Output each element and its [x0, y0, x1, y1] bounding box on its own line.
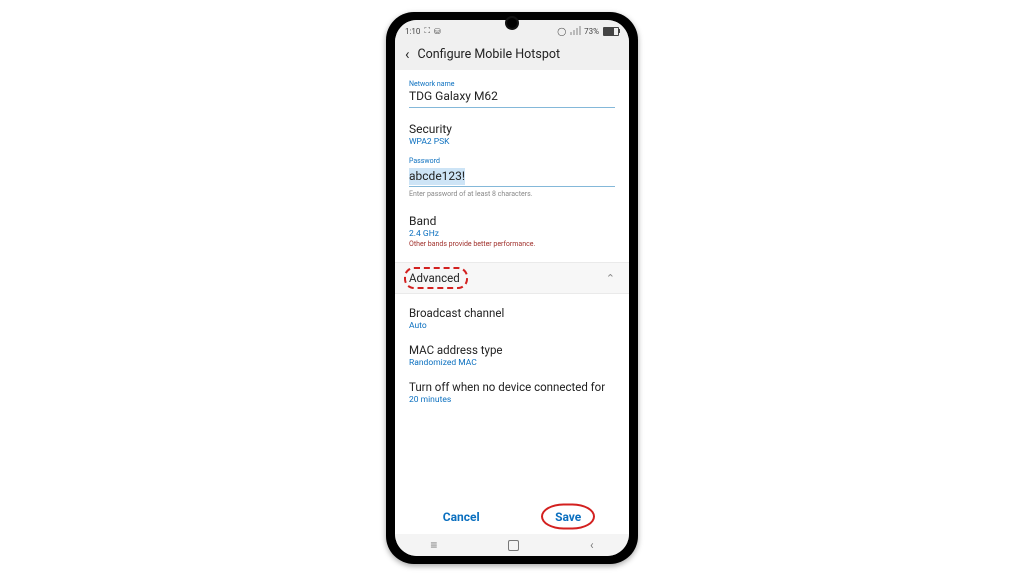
status-icon: ⛶	[424, 26, 430, 36]
back-icon[interactable]: ‹	[405, 46, 410, 62]
cancel-button[interactable]: Cancel	[435, 506, 488, 528]
chevron-up-icon: ⌃	[606, 272, 615, 285]
mac-address-item[interactable]: MAC address type Randomized MAC	[409, 343, 615, 368]
screen: 1:10 ⛶ ⛁ ◯ 73% ‹ Configure Mobile Hotspo…	[395, 20, 629, 556]
save-button[interactable]: Save	[547, 506, 589, 528]
signal-icon	[570, 27, 580, 35]
network-name-field[interactable]: TDG Galaxy M62	[409, 88, 615, 105]
network-name-label: Network name	[409, 80, 615, 88]
advanced-label: Advanced	[409, 271, 460, 285]
password-field[interactable]: abcde123!	[409, 165, 615, 184]
status-battery-text: 73%	[584, 27, 599, 36]
mac-address-label: MAC address type	[409, 343, 615, 357]
timeout-item[interactable]: Turn off when no device connected for 20…	[409, 380, 615, 405]
advanced-toggle[interactable]: Advanced ⌃	[395, 262, 629, 294]
broadcast-channel-item[interactable]: Broadcast channel Auto	[409, 306, 615, 331]
security-label: Security	[409, 122, 615, 136]
back-nav-button[interactable]: ‹	[590, 538, 594, 552]
status-time: 1:10	[405, 27, 420, 36]
page-header: ‹ Configure Mobile Hotspot	[395, 40, 629, 70]
broadcast-channel-label: Broadcast channel	[409, 306, 615, 320]
password-helper: Enter password of at least 8 characters.	[409, 190, 615, 198]
password-label: Password	[409, 157, 615, 165]
broadcast-channel-value: Auto	[409, 321, 615, 331]
content: Network name TDG Galaxy M62 Security WPA…	[395, 70, 629, 498]
home-button[interactable]	[508, 540, 519, 551]
password-value: abcde123!	[409, 168, 465, 185]
page-title: Configure Mobile Hotspot	[418, 47, 561, 62]
timeout-label: Turn off when no device connected for	[409, 380, 615, 394]
annotation-highlight	[541, 503, 595, 529]
mac-address-value: Randomized MAC	[409, 358, 615, 368]
nav-bar: ≡ ‹	[395, 534, 629, 556]
battery-icon	[603, 27, 619, 36]
security-value[interactable]: WPA2 PSK	[409, 137, 615, 147]
band-label: Band	[409, 214, 615, 228]
recents-button[interactable]: ≡	[430, 538, 437, 552]
status-icon: ◯	[557, 27, 566, 36]
timeout-value: 20 minutes	[409, 395, 615, 405]
phone-frame: 1:10 ⛶ ⛁ ◯ 73% ‹ Configure Mobile Hotspo…	[386, 12, 638, 564]
footer-actions: Cancel Save	[395, 498, 629, 534]
status-icon: ⛁	[434, 27, 441, 36]
band-hint: Other bands provide better performance.	[409, 240, 615, 248]
camera-hole	[505, 16, 519, 30]
band-value[interactable]: 2.4 GHz	[409, 229, 615, 239]
